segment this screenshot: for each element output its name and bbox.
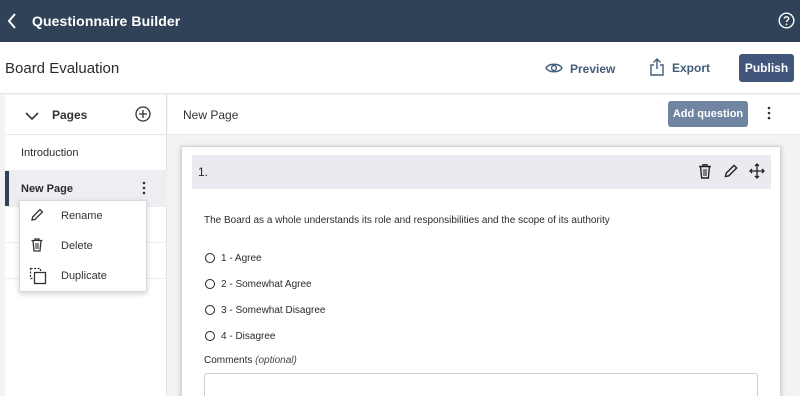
menu-item-duplicate[interactable]: Duplicate [20, 261, 148, 291]
app-title: Questionnaire Builder [32, 13, 181, 29]
radio-button[interactable] [205, 279, 215, 289]
option-label: 4 - Disagree [221, 330, 276, 342]
page-item-label: New Page [21, 183, 73, 195]
comments-textarea[interactable] [204, 373, 758, 396]
active-indicator [5, 171, 9, 206]
eye-icon [545, 62, 563, 77]
trash-icon[interactable] [697, 163, 713, 185]
publish-button[interactable]: Publish [739, 54, 794, 82]
comments-label: Comments (optional) [204, 355, 297, 366]
radio-button[interactable] [205, 253, 215, 263]
back-arrow-icon[interactable] [4, 10, 24, 32]
option-label: 2 - Somewhat Agree [221, 278, 312, 290]
option-4[interactable]: 4 - Disagree [205, 329, 275, 343]
document-title: Board Evaluation [5, 60, 120, 77]
page-header: New Page Add question [168, 95, 800, 135]
option-label: 1 - Agree [221, 252, 262, 264]
comments-optional-hint: (optional) [255, 355, 297, 366]
menu-item-label: Delete [61, 240, 93, 252]
pencil-icon [29, 207, 45, 226]
document-header: Board Evaluation Preview Export Publish [0, 42, 800, 94]
preview-label: Preview [570, 62, 616, 76]
trash-icon [29, 237, 45, 256]
page-context-menu: Rename Delete Duplicate [19, 200, 147, 292]
page-item-label: Introduction [21, 147, 79, 159]
menu-item-label: Rename [61, 210, 103, 222]
page-item-introduction[interactable]: Introduction [5, 135, 167, 171]
option-label: 3 - Somewhat Disagree [221, 304, 326, 316]
add-question-button[interactable]: Add question [668, 101, 748, 127]
move-icon[interactable] [749, 163, 765, 184]
question-header: 1. [192, 155, 771, 189]
chevron-down-icon[interactable] [25, 108, 39, 126]
duplicate-icon [29, 267, 47, 288]
question-card: 1. The Board as a whole understands its … [181, 146, 781, 396]
option-3[interactable]: 3 - Somewhat Disagree [205, 303, 326, 317]
more-options-icon[interactable] [766, 106, 772, 125]
help-icon[interactable] [778, 12, 795, 29]
preview-button[interactable]: Preview [545, 59, 615, 79]
radio-button[interactable] [205, 305, 215, 315]
menu-item-label: Duplicate [61, 270, 107, 282]
export-button[interactable]: Export [650, 57, 710, 79]
question-text: The Board as a whole understands its rol… [204, 215, 610, 226]
option-2[interactable]: 2 - Somewhat Agree [205, 277, 312, 291]
page-title: New Page [183, 108, 239, 122]
menu-item-delete[interactable]: Delete [20, 231, 148, 261]
kebab-menu-icon[interactable] [141, 181, 147, 198]
export-icon [650, 57, 664, 79]
export-label: Export [672, 61, 711, 75]
option-1[interactable]: 1 - Agree [205, 251, 262, 265]
radio-button[interactable] [205, 331, 215, 341]
top-bar: Questionnaire Builder [0, 0, 800, 42]
menu-item-rename[interactable]: Rename [20, 201, 148, 231]
add-page-icon[interactable] [135, 106, 151, 127]
pages-header: Pages [5, 95, 167, 135]
pencil-icon[interactable] [723, 163, 739, 184]
pages-title: Pages [52, 108, 88, 122]
comments-text: Comments [204, 355, 253, 366]
question-number: 1. [198, 165, 209, 179]
